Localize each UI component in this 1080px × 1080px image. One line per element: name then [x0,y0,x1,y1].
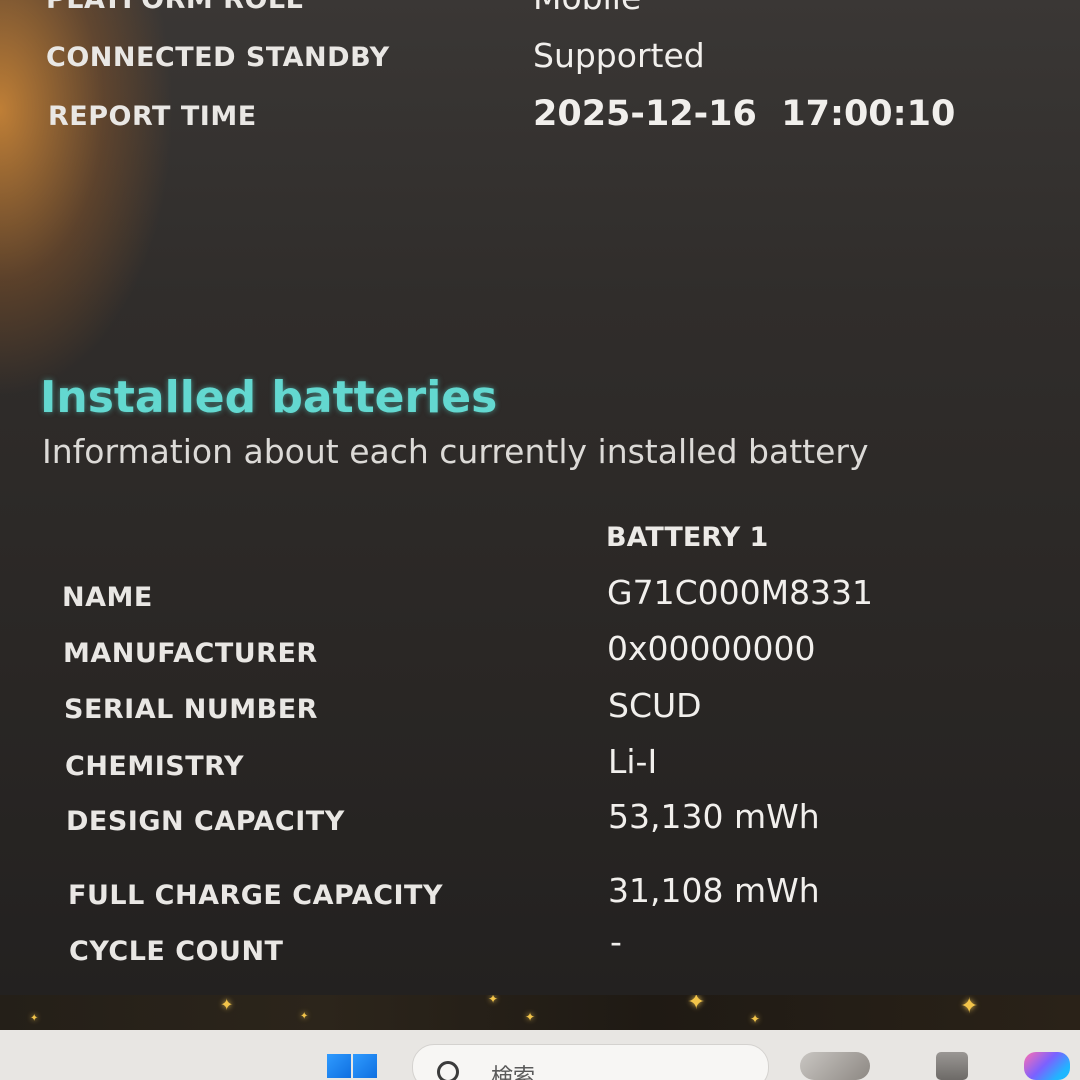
section-title: Installed batteries [40,372,498,423]
chemistry-label: CHEMISTRY [65,751,244,782]
sparkle-icon: ✦ [220,995,234,1014]
platform-role-value: Mobile [533,0,641,17]
report-time-label: REPORT TIME [48,101,257,132]
battery-report-page: PLATFORM ROLE Mobile CONNECTED STANDBY S… [0,0,1080,995]
chemistry-value: Li-I [608,742,658,781]
sparkle-icon: ✦ [300,1011,309,1022]
cycle-count-label: CYCLE COUNT [69,936,284,967]
cycle-count-value: - [610,922,622,961]
search-icon [437,1061,459,1080]
connected-standby-value: Supported [533,36,705,75]
section-subtitle: Information about each currently install… [42,432,869,471]
battery-column-header: BATTERY 1 [606,522,769,553]
manufacturer-label: MANUFACTURER [63,638,318,669]
sparkle-icon: ✦ [687,995,706,1015]
media-icon[interactable] [800,1052,870,1080]
report-time-value: 2025-12-16 17:00:10 [533,94,956,134]
desktop-wallpaper: ✦ ✦ ✦ ✦ ✦ ✦ ✦ ✦ [0,995,1080,1030]
sparkle-icon: ✦ [30,1013,39,1024]
connected-standby-label: CONNECTED STANDBY [46,42,390,73]
manufacturer-value: 0x00000000 [607,629,816,668]
platform-role-label: PLATFORM ROLE [46,0,305,15]
taskbar-search-box[interactable]: 検索 [412,1044,769,1080]
full-charge-capacity-label: FULL CHARGE CAPACITY [68,880,444,911]
design-capacity-label: DESIGN CAPACITY [66,806,345,837]
search-placeholder: 検索 [491,1065,536,1080]
sparkle-icon: ✦ [750,1012,761,1026]
sparkle-icon: ✦ [960,995,979,1019]
battery-name-label: NAME [62,582,153,613]
sparkle-icon: ✦ [488,995,499,1006]
design-capacity-value: 53,130 mWh [608,797,820,836]
copilot-icon[interactable] [1024,1052,1070,1080]
serial-number-label: SERIAL NUMBER [64,694,318,725]
start-icon[interactable] [327,1054,379,1080]
sparkle-icon: ✦ [525,1010,536,1024]
battery-name-value: G71C000M8331 [607,573,874,612]
full-charge-capacity-value: 31,108 mWh [608,871,820,910]
serial-number-value: SCUD [608,686,702,725]
taskbar: 検索 [0,1030,1080,1080]
file-explorer-icon[interactable] [936,1052,968,1080]
